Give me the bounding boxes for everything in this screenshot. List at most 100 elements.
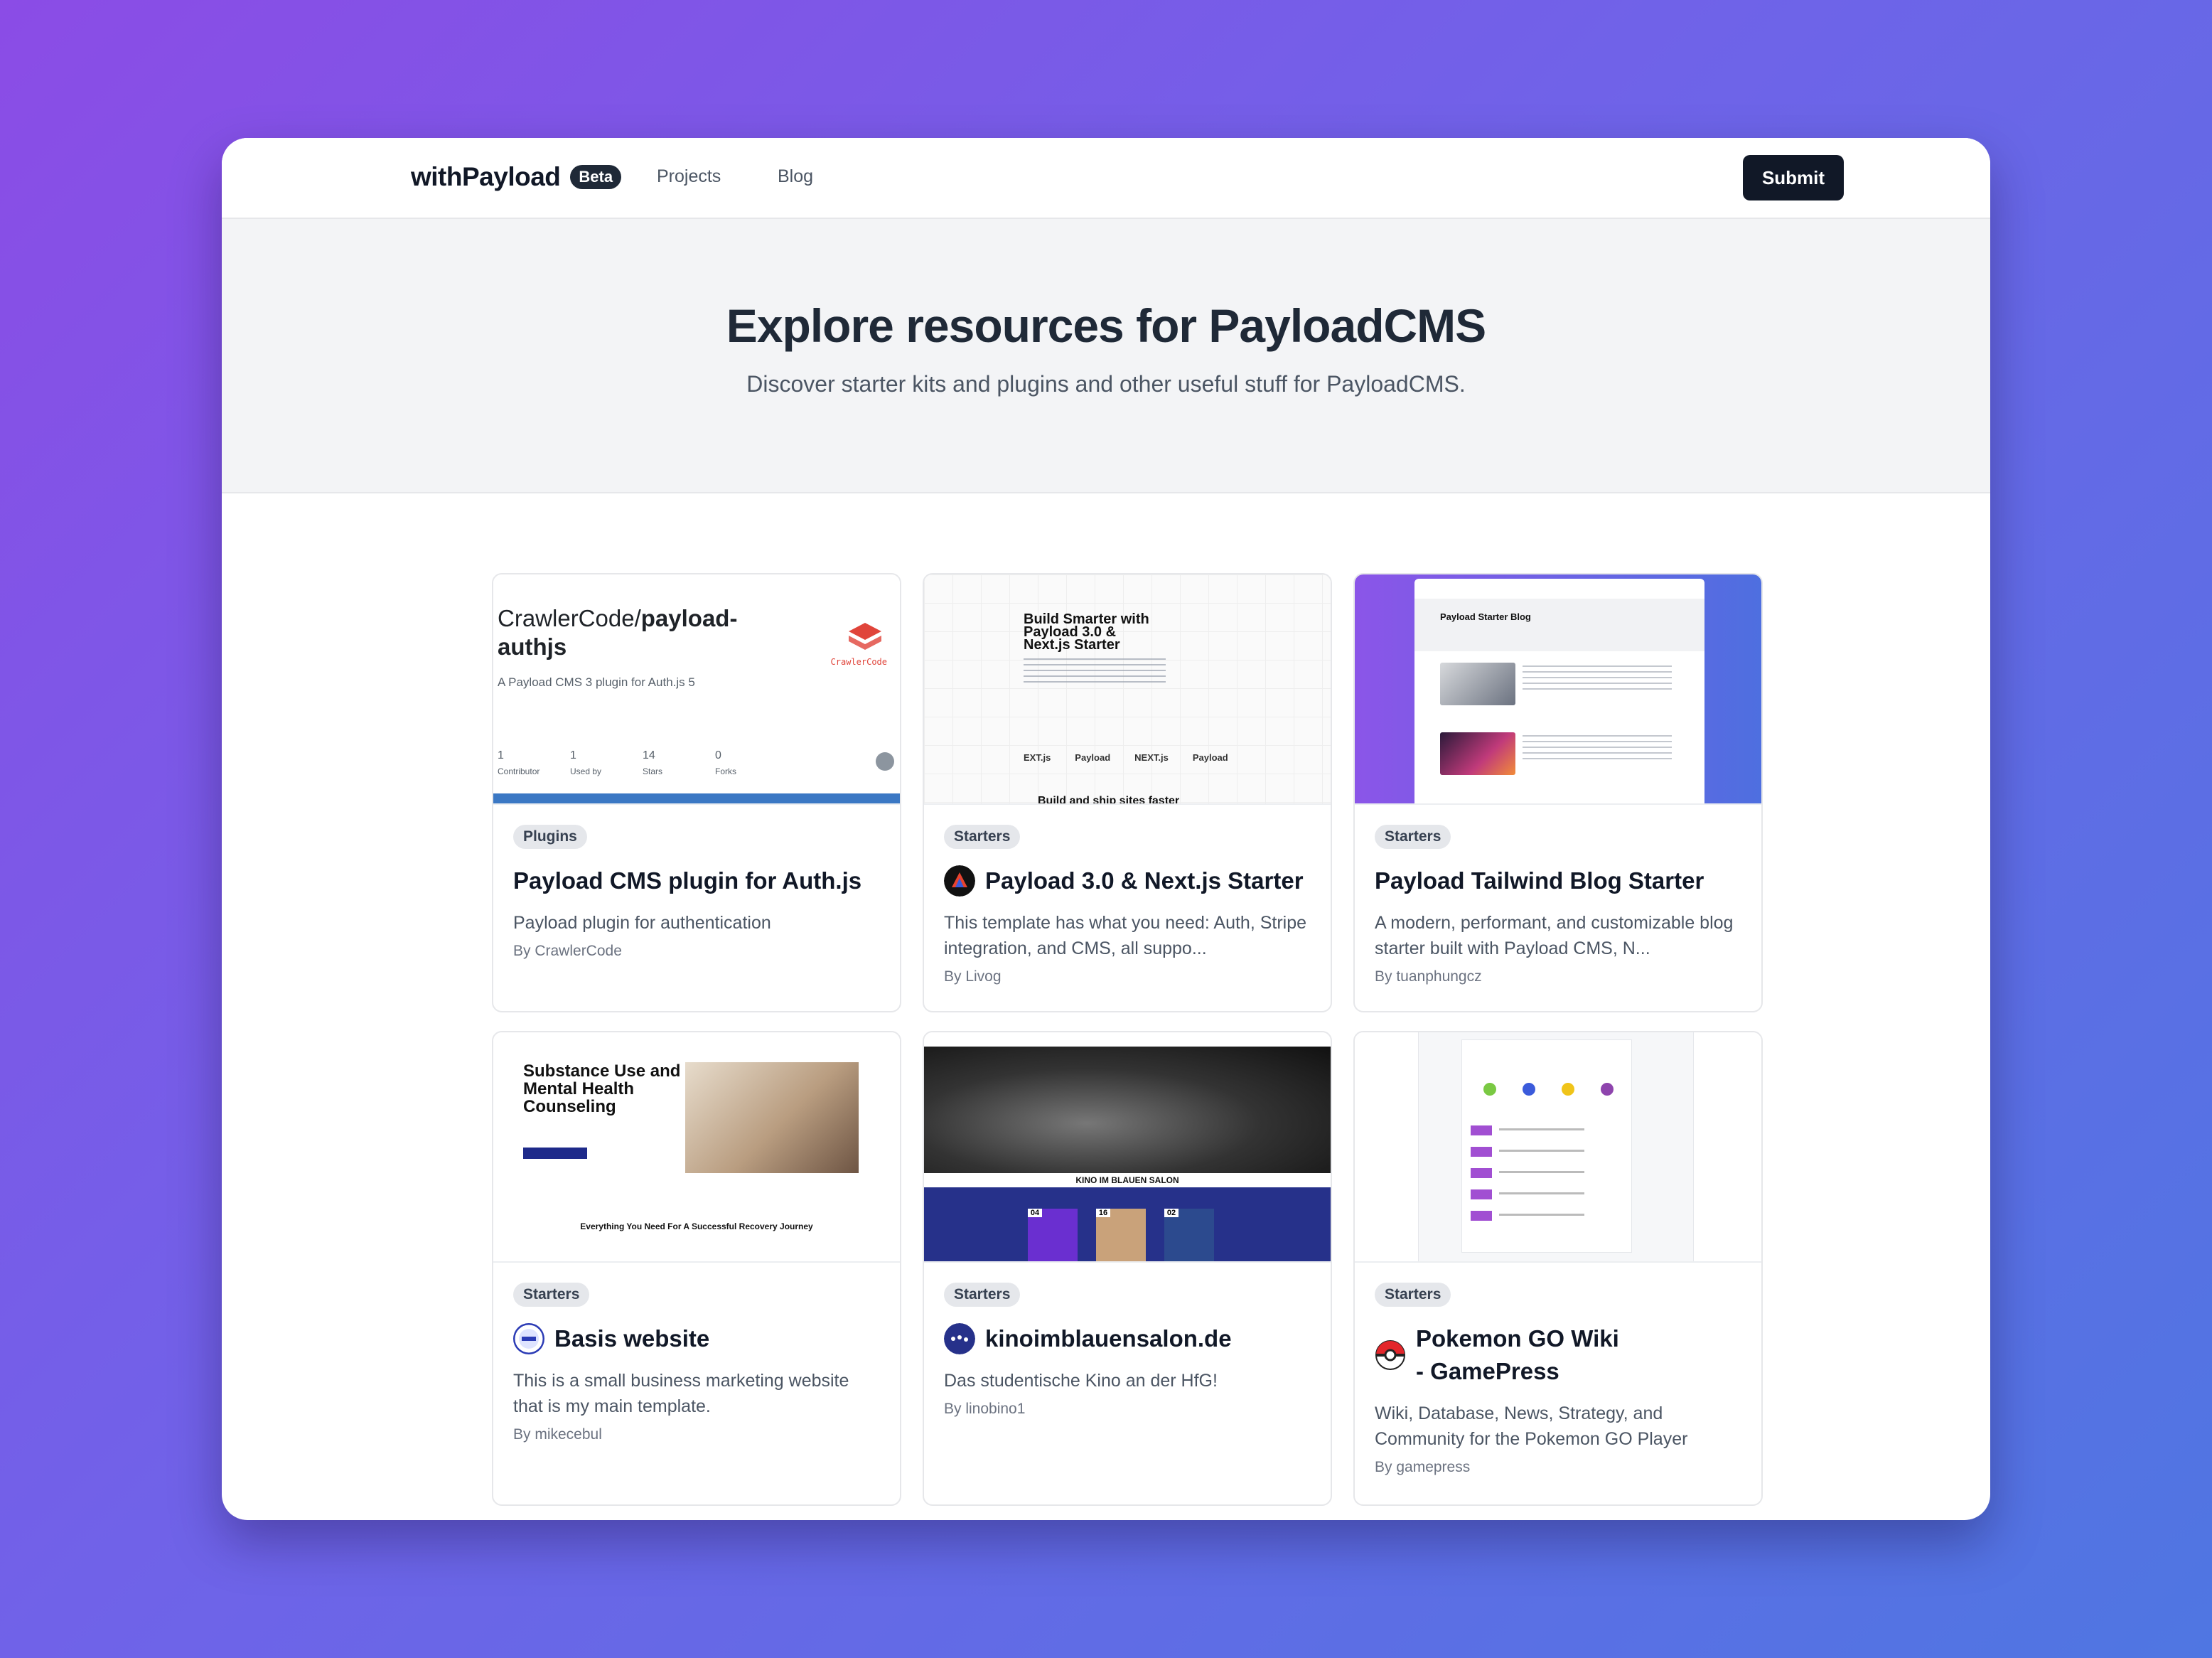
basis-avatar-icon: [513, 1323, 544, 1354]
thumb-row: [1471, 1125, 1613, 1135]
accent-bar: [493, 793, 900, 803]
thumb-band: [1414, 599, 1704, 651]
resource-card[interactable]: Substance Use and Mental Health Counseli…: [492, 1031, 901, 1506]
thumb-dot: [1483, 1083, 1496, 1096]
hero-title: Explore resources for PayloadCMS: [726, 299, 1486, 352]
logo-text: EXT.js: [1024, 752, 1051, 763]
brand[interactable]: withPayload Beta: [411, 162, 622, 192]
resource-card[interactable]: Starters Pokemon GO Wiki - GamePress Wik…: [1353, 1031, 1763, 1506]
card-description: Payload plugin for authentication: [513, 913, 771, 933]
thumb-paragraph: [1024, 658, 1166, 683]
livog-avatar-icon: [944, 865, 975, 897]
post-image: [1440, 732, 1515, 775]
category-tag: Starters: [1375, 1283, 1451, 1307]
logo-text: NEXT.js: [1134, 752, 1169, 763]
card-description: Wiki, Database, News, Strategy, and Comm…: [1375, 1403, 1688, 1449]
stat-label: Forks: [715, 766, 736, 776]
event-date: 04: [1028, 1209, 1042, 1217]
nav-blog[interactable]: Blog: [778, 166, 813, 187]
card-title[interactable]: Pokemon GO Wiki - GamePress: [1416, 1322, 1622, 1388]
card-description: This is a small business marketing websi…: [513, 1371, 849, 1416]
stat-value: 1: [498, 749, 504, 761]
thumb-cta: [523, 1148, 587, 1159]
stat-used-by: 1 Used by: [570, 749, 643, 776]
thumb-photo: [924, 1047, 1331, 1175]
card-thumbnail: CrawlerCode/payload-authjs A Payload CMS…: [493, 574, 900, 805]
category-tag: Starters: [944, 1283, 1021, 1307]
pokeball-icon: [1375, 1340, 1405, 1370]
card-author: By linobino1: [944, 1401, 1026, 1417]
thumb-right-panel: [1693, 1032, 1761, 1261]
card-thumbnail: Build Smarter with Payload 3.0 & Next.js…: [924, 574, 1331, 805]
thumb-post: [1440, 732, 1682, 778]
thumb-caption: KINO IM BLAUEN SALON: [924, 1173, 1331, 1187]
thumb-dot: [1601, 1083, 1614, 1096]
submit-button[interactable]: Submit: [1743, 155, 1844, 200]
card-thumbnail: Payload Starter Blog: [1355, 574, 1761, 805]
thumb-row: [1471, 1189, 1613, 1199]
thumb-sidebar: [1355, 1032, 1419, 1261]
resource-card[interactable]: Build Smarter with Payload 3.0 & Next.js…: [923, 573, 1332, 1012]
card-title[interactable]: Payload 3.0 & Next.js Starter: [985, 865, 1304, 897]
brand-name[interactable]: withPayload: [411, 162, 561, 192]
thumb-photo: [685, 1062, 859, 1173]
post-lines: [1523, 665, 1672, 694]
repo-owner: CrawlerCode/: [498, 605, 641, 631]
card-description: This template has what you need: Auth, S…: [944, 913, 1307, 958]
event-date: 02: [1164, 1209, 1179, 1217]
card-title[interactable]: Basis website: [554, 1322, 709, 1355]
repo-stats: 1 Contributor 1 Used by 14 Stars 0 Forks: [498, 749, 788, 776]
thumb-page: Payload Starter Blog: [1414, 579, 1704, 803]
stat-stars: 14 Stars: [643, 749, 715, 776]
card-title[interactable]: Payload Tailwind Blog Starter: [1375, 865, 1704, 897]
card-title[interactable]: Payload CMS plugin for Auth.js: [513, 865, 861, 897]
category-tag: Starters: [944, 825, 1021, 849]
repo-name: CrawlerCode/payload-authjs: [498, 604, 782, 661]
beta-badge: Beta: [570, 165, 622, 189]
thumb-post: [1440, 663, 1682, 708]
resource-card[interactable]: KINO IM BLAUEN SALON 04 16 02 Starters k…: [923, 1031, 1332, 1506]
event-date: 16: [1096, 1209, 1110, 1217]
thumb-heading: Substance Use and Mental Health Counseli…: [523, 1061, 681, 1116]
thumb-dot: [1523, 1083, 1535, 1096]
hero: Explore resources for PayloadCMS Discove…: [222, 219, 1990, 493]
hero-subtitle: Discover starter kits and plugins and ot…: [746, 371, 1466, 397]
stat-label: Stars: [643, 766, 663, 776]
thumb-main: [1461, 1039, 1632, 1253]
category-tag: Plugins: [513, 825, 587, 849]
stat-value: 0: [715, 749, 721, 761]
post-image: [1440, 663, 1515, 705]
stat-value: 14: [643, 749, 655, 761]
github-icon: [876, 752, 894, 771]
card-thumbnail: KINO IM BLAUEN SALON 04 16 02: [924, 1032, 1331, 1263]
card-title[interactable]: kinoimblauensalon.de: [985, 1322, 1232, 1355]
nav-projects[interactable]: Projects: [657, 166, 721, 187]
stat-forks: 0 Forks: [715, 749, 788, 776]
category-tag: Starters: [1375, 825, 1451, 849]
resource-card[interactable]: CrawlerCode/payload-authjs A Payload CMS…: [492, 573, 901, 1012]
card-description: Das studentische Kino an der HfG!: [944, 1371, 1218, 1391]
event-tile: 16: [1096, 1209, 1146, 1261]
thumb-row: [1471, 1168, 1613, 1178]
card-thumbnail: Substance Use and Mental Health Counseli…: [493, 1032, 900, 1263]
event-tile: 02: [1164, 1209, 1214, 1261]
resource-card[interactable]: Payload Starter Blog Starters Payload Ta…: [1353, 573, 1763, 1012]
thumb-row: [1471, 1211, 1613, 1221]
stat-contributors: 1 Contributor: [498, 749, 570, 776]
category-tag: Starters: [513, 1283, 590, 1307]
stat-value: 1: [570, 749, 576, 761]
thumb-blog-title: Payload Starter Blog: [1440, 611, 1531, 622]
browser-window: withPayload Beta Projects Blog Submit Ex…: [222, 138, 1990, 1520]
thumb-events: 04 16 02: [924, 1187, 1331, 1261]
card-author: By tuanphungcz: [1375, 968, 1482, 985]
card-thumbnail: [1355, 1032, 1761, 1263]
card-author: By Livog: [944, 968, 1002, 985]
logo-text: Payload: [1192, 752, 1228, 763]
thumb-heading: Build Smarter with Payload 3.0 & Next.js…: [1024, 611, 1149, 653]
card-author: By mikecebul: [513, 1426, 602, 1443]
thumb-row: [1471, 1147, 1613, 1157]
card-author: By CrawlerCode: [513, 943, 622, 959]
card-description: A modern, performant, and customizable b…: [1375, 913, 1734, 958]
kino-avatar-icon: [944, 1323, 975, 1354]
crawlercode-logo-icon: [849, 623, 881, 650]
